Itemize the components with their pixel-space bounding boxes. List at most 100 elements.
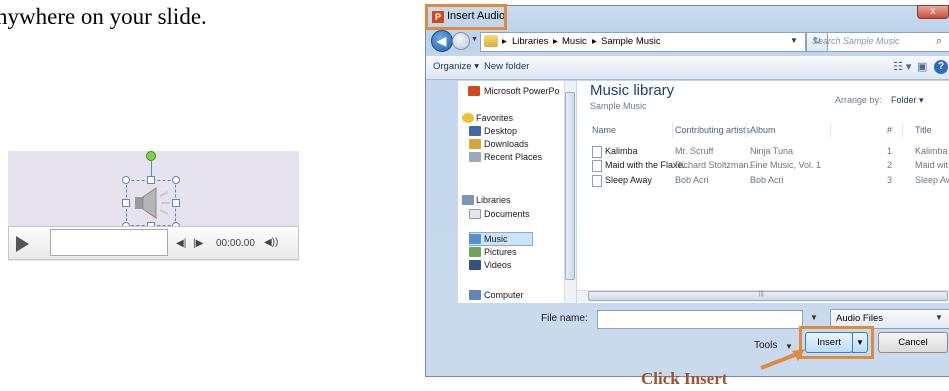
column-separator xyxy=(672,122,673,138)
downloads-icon xyxy=(469,139,481,149)
nav-favorites[interactable]: Favorites xyxy=(476,113,513,123)
file-name-dropdown-icon[interactable]: ▼ xyxy=(810,313,818,322)
column-header-title[interactable]: Title xyxy=(915,125,932,135)
breadcrumb-sample-music[interactable]: Sample Music xyxy=(601,36,661,47)
search-icon[interactable]: ⌕ xyxy=(936,35,942,48)
speaker-icon xyxy=(135,187,170,219)
desktop-icon xyxy=(469,126,481,136)
scrollbar-grip-icon: ||| xyxy=(759,291,764,297)
videos-icon xyxy=(469,260,481,270)
arrange-by-value: Folder xyxy=(891,95,917,105)
breadcrumb-music[interactable]: Music xyxy=(562,36,587,47)
title-highlight-box xyxy=(425,4,507,30)
folder-icon xyxy=(484,35,498,47)
audio-file-icon xyxy=(592,146,602,158)
column-header-number[interactable]: # xyxy=(887,125,892,135)
library-subtitle: Sample Music xyxy=(590,101,647,111)
file-album: Bob Acri xyxy=(750,175,784,185)
file-title: Sleep Aw xyxy=(915,175,949,185)
play-icon[interactable] xyxy=(16,236,29,252)
skip-forward-icon[interactable]: |▶ xyxy=(193,238,203,249)
audio-progress-track[interactable] xyxy=(50,229,168,256)
file-name[interactable]: Sleep Away xyxy=(605,175,652,185)
nav-item-pictures[interactable]: Pictures xyxy=(484,247,517,257)
organize-button[interactable]: Organize ▾ xyxy=(433,61,479,72)
breadcrumb-separator-icon: ▸ xyxy=(553,36,558,47)
resize-handle[interactable] xyxy=(172,176,180,184)
arrange-by-label: Arrange by: xyxy=(835,95,882,105)
file-list-scrollbar-thumb[interactable] xyxy=(588,291,948,301)
audio-file-icon xyxy=(592,160,602,172)
search-placeholder: Search Sample Music xyxy=(812,36,900,46)
nav-item-powerpoint[interactable]: Microsoft PowerPo xyxy=(484,86,560,96)
volume-icon[interactable]: ◀)) xyxy=(264,237,278,248)
slide-instruction-text: nywhere on your slide. xyxy=(0,4,207,29)
file-name[interactable]: Kalimba xyxy=(605,146,638,156)
file-name-input[interactable] xyxy=(597,310,803,329)
library-title: Music library xyxy=(590,82,675,99)
file-title: Kalimba xyxy=(915,146,948,156)
music-icon xyxy=(469,234,481,244)
file-type-dropdown-icon: ▼ xyxy=(935,313,943,322)
resize-handle[interactable] xyxy=(172,199,180,207)
column-separator xyxy=(902,122,903,138)
new-folder-button[interactable]: New folder xyxy=(484,61,529,72)
file-name-label: File name: xyxy=(541,313,588,324)
file-artist: Richard Stoltzman... xyxy=(675,160,757,170)
column-separator xyxy=(830,122,831,138)
resize-handle[interactable] xyxy=(122,176,130,184)
history-dropdown-icon[interactable]: ▼ xyxy=(471,36,478,43)
nav-item-downloads[interactable]: Downloads xyxy=(484,139,529,149)
nav-item-music[interactable]: Music xyxy=(484,234,508,244)
recent-places-icon xyxy=(469,152,481,162)
column-header-album[interactable]: Album xyxy=(750,125,776,135)
callout-arrow-icon xyxy=(760,349,805,370)
nav-scrollbar-thumb[interactable] xyxy=(565,92,575,280)
file-track: 1 xyxy=(887,146,893,156)
pictures-icon xyxy=(469,247,481,257)
organize-label: Organize xyxy=(433,61,472,72)
file-type-value: Audio Files xyxy=(836,313,883,324)
click-insert-caption: Click Insert xyxy=(641,369,728,388)
nav-item-documents[interactable]: Documents xyxy=(484,209,530,219)
nav-computer[interactable]: Computer xyxy=(484,290,524,300)
libraries-icon xyxy=(462,195,474,205)
resize-handle[interactable] xyxy=(147,176,155,184)
help-icon[interactable]: ? xyxy=(934,60,948,74)
rotation-handle[interactable] xyxy=(146,151,156,161)
file-artist: Mr. Scruff xyxy=(675,146,714,156)
breadcrumb-libraries[interactable]: Libraries xyxy=(512,36,548,47)
file-title: Maid wit xyxy=(915,160,949,170)
documents-icon xyxy=(469,209,481,219)
address-dropdown-icon[interactable]: ▼ xyxy=(790,36,798,45)
star-icon xyxy=(462,113,474,123)
audio-time: 00:00.00 xyxy=(216,238,255,249)
breadcrumb-separator-icon: ▸ xyxy=(502,36,507,47)
file-album: Ninja Tuna xyxy=(750,146,794,156)
column-header-artists[interactable]: Contributing artists xyxy=(675,125,750,135)
skip-back-icon[interactable]: ◀| xyxy=(176,238,186,249)
close-button[interactable]: x xyxy=(917,5,949,19)
file-track: 3 xyxy=(887,175,893,185)
back-arrow-icon: ◀ xyxy=(437,34,447,48)
resize-handle[interactable] xyxy=(122,199,130,207)
computer-icon xyxy=(469,290,481,300)
file-album: Fine Music, Vol. 1 xyxy=(750,160,822,170)
view-options-icon[interactable]: ☷ ▾ xyxy=(893,60,911,73)
audio-file-icon xyxy=(592,175,602,187)
nav-item-desktop[interactable]: Desktop xyxy=(484,126,517,136)
nav-item-videos[interactable]: Videos xyxy=(484,260,511,270)
forward-button[interactable] xyxy=(452,32,470,50)
file-artist: Bob Acri xyxy=(675,175,709,185)
breadcrumb-separator-icon: ▸ xyxy=(592,36,597,47)
cancel-button[interactable]: Cancel xyxy=(878,332,948,353)
column-header-name[interactable]: Name xyxy=(592,125,616,135)
nav-item-recent-places[interactable]: Recent Places xyxy=(484,152,542,162)
file-list-pane xyxy=(577,81,949,303)
preview-pane-icon[interactable]: ▣ xyxy=(917,60,927,73)
insert-highlight-box xyxy=(799,326,874,359)
nav-libraries[interactable]: Libraries xyxy=(476,195,511,205)
arrange-by-dropdown[interactable]: Folder ▾ xyxy=(891,95,924,106)
column-separator xyxy=(746,122,747,138)
powerpoint-folder-icon xyxy=(468,86,480,96)
